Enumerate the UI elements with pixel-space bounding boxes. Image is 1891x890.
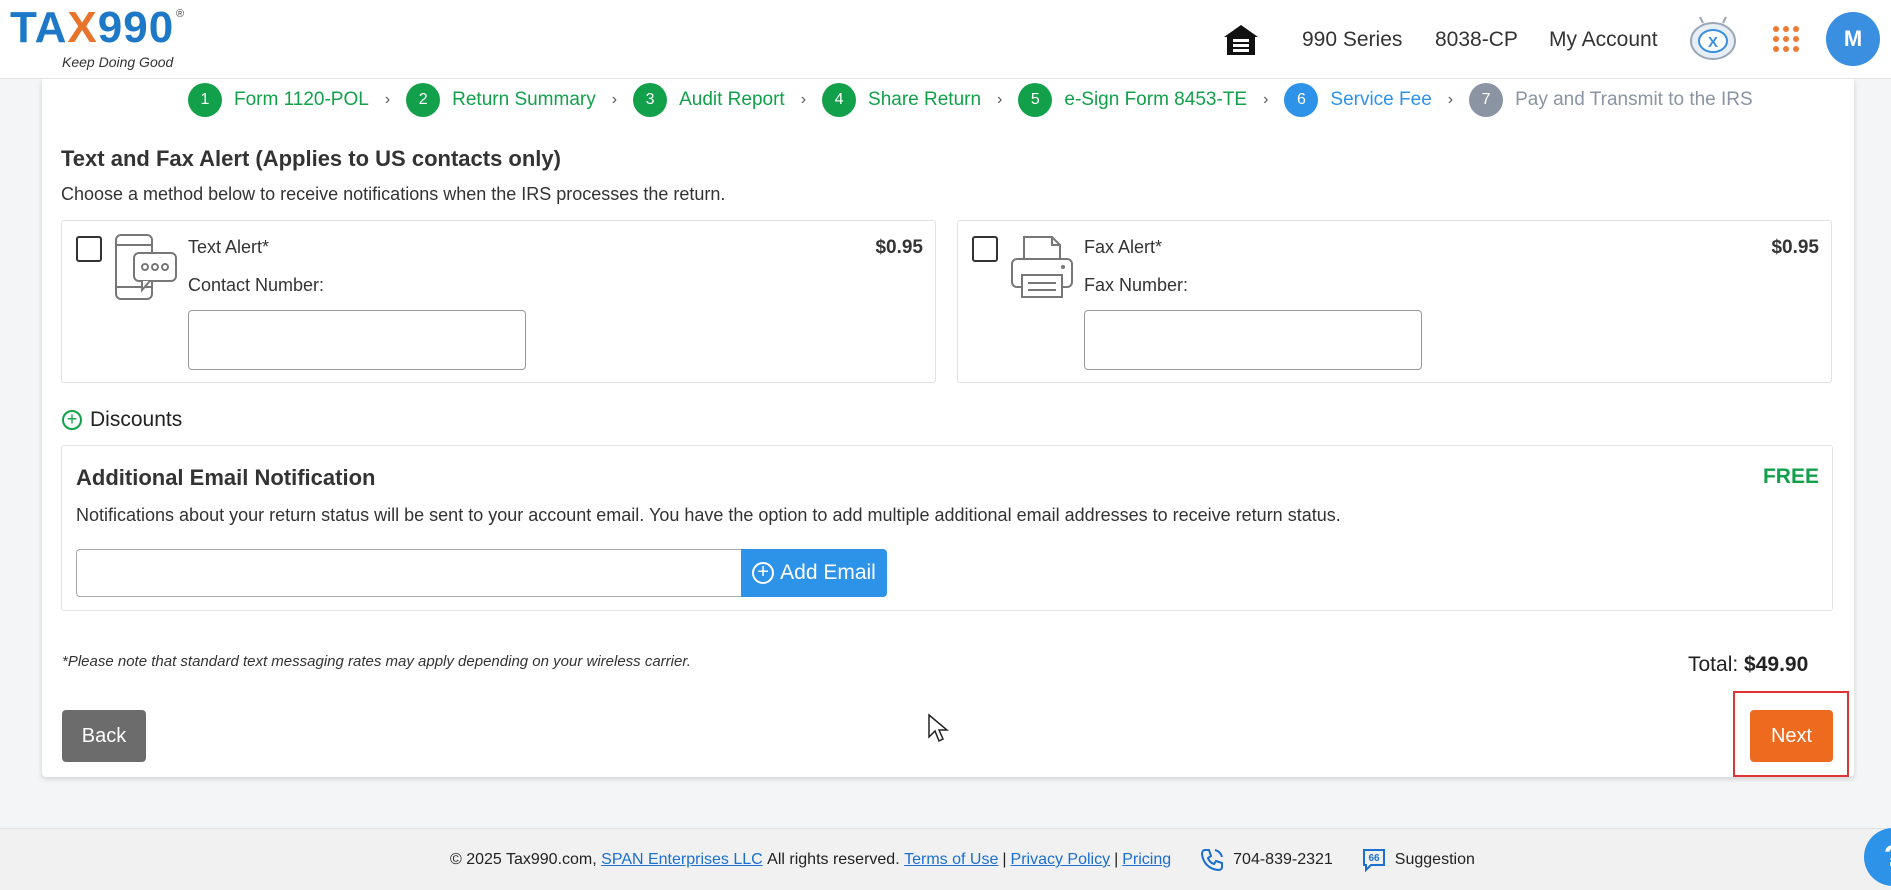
- footer-phone-number: 704-839-2321: [1233, 851, 1333, 868]
- footer-pricing-link[interactable]: Pricing: [1122, 851, 1171, 869]
- step-number: 6: [1284, 83, 1319, 117]
- text-alert-option: Text Alert* $0.95 Contact Number:: [61, 220, 936, 383]
- step-number: 7: [1469, 83, 1504, 117]
- back-button[interactable]: Back: [62, 710, 146, 762]
- nav-my-account[interactable]: My Account: [1549, 0, 1658, 79]
- step-number: 3: [633, 83, 668, 117]
- footer-separator: |: [1002, 851, 1007, 868]
- chevron-right-icon: ›: [997, 91, 1003, 108]
- printer-fax-icon: [1008, 233, 1074, 303]
- step-label: Service Fee: [1330, 89, 1432, 110]
- footer-privacy-link[interactable]: Privacy Policy: [1011, 851, 1111, 869]
- step-label: Share Return: [868, 89, 982, 110]
- discounts-label: Discounts: [90, 408, 183, 431]
- step-esign-form-8453-te[interactable]: 5 e-Sign Form 8453-TE: [1018, 83, 1247, 117]
- page-footer: © 2025 Tax990.com, SPAN Enterprises LLC …: [0, 828, 1891, 890]
- plus-circle-icon: +: [752, 562, 775, 584]
- svg-text:66: 66: [1368, 853, 1380, 864]
- step-label: Form 1120-POL: [234, 89, 369, 110]
- alerts-section-title: Text and Fax Alert (Applies to US contac…: [61, 146, 561, 171]
- step-number: 1: [188, 83, 222, 117]
- footer-company-link[interactable]: SPAN Enterprises LLC: [601, 851, 763, 869]
- fax-alert-checkbox[interactable]: [972, 236, 998, 262]
- footer-suggestion-label: Suggestion: [1394, 851, 1475, 868]
- messaging-rates-note: *Please note that standard text messagin…: [62, 653, 691, 670]
- mouse-cursor-icon: [927, 713, 950, 743]
- email-section-title: Additional Email Notification: [76, 465, 376, 490]
- step-number: 5: [1018, 83, 1053, 117]
- phone-icon: [1201, 849, 1224, 872]
- home-icon[interactable]: [1222, 0, 1260, 79]
- step-form-1120-pol[interactable]: 1 Form 1120-POL: [188, 83, 369, 117]
- chevron-right-icon: ›: [1263, 91, 1269, 108]
- step-pay-and-transmit: 7 Pay and Transmit to the IRS: [1469, 83, 1753, 117]
- step-return-summary[interactable]: 2 Return Summary: [406, 83, 596, 117]
- discounts-toggle[interactable]: + Discounts: [62, 408, 182, 432]
- chevron-right-icon: ›: [384, 91, 391, 108]
- total-amount: Total: $49.90: [1688, 653, 1808, 677]
- next-button[interactable]: Next: [1750, 710, 1833, 762]
- step-number: 4: [822, 83, 857, 117]
- nav-990-series[interactable]: 990 Series: [1302, 0, 1402, 79]
- text-alert-price: $0.95: [875, 237, 923, 258]
- logo-registered-mark: ®: [176, 8, 185, 20]
- fax-alert-option: Fax Alert* $0.95 Fax Number:: [957, 220, 1832, 383]
- footer-phone[interactable]: 704-839-2321: [1199, 847, 1333, 873]
- chevron-right-icon: ›: [800, 91, 807, 108]
- additional-email-input[interactable]: [76, 549, 741, 597]
- total-label: Total:: [1688, 653, 1739, 676]
- add-email-label: Add Email: [780, 561, 876, 584]
- step-audit-report[interactable]: 3 Audit Report: [633, 83, 785, 117]
- suggestion-chat-icon: 66: [1362, 849, 1385, 873]
- fax-number-input[interactable]: [1084, 310, 1422, 370]
- chevron-right-icon: ›: [611, 91, 618, 108]
- footer-separator: |: [1114, 851, 1119, 868]
- footer-copyright: © 2025 Tax990.com,: [450, 851, 597, 868]
- text-alert-checkbox[interactable]: [76, 236, 102, 262]
- additional-email-section: Additional Email Notification FREE Notif…: [61, 445, 1833, 611]
- email-section-description: Notifications about your return status w…: [76, 505, 1341, 525]
- logo-wordmark: TAX990: [10, 3, 175, 52]
- add-email-button[interactable]: + Add Email: [741, 549, 887, 597]
- tax990-logo[interactable]: TAX990 ® Keep Doing Good: [10, 6, 190, 72]
- logo-tagline: Keep Doing Good: [62, 54, 174, 70]
- fax-number-label: Fax Number:: [1084, 275, 1189, 295]
- fax-alert-name: Fax Alert*: [1084, 237, 1163, 257]
- text-alert-name: Text Alert*: [188, 237, 270, 257]
- step-number: 2: [406, 83, 441, 117]
- step-label: Audit Report: [679, 89, 785, 110]
- chevron-right-icon: ›: [1447, 91, 1454, 108]
- step-label: Return Summary: [452, 89, 596, 110]
- alerts-section-description: Choose a method below to receive notific…: [61, 184, 726, 204]
- plus-circle-icon: +: [62, 410, 82, 430]
- phone-message-icon: [112, 233, 178, 303]
- step-share-return[interactable]: 4 Share Return: [822, 83, 981, 117]
- footer-rights: All rights reserved.: [767, 851, 900, 868]
- footer-terms-link[interactable]: Terms of Use: [904, 851, 998, 869]
- progress-stepper: 1 Form 1120-POL › 2 Return Summary › 3 A…: [188, 83, 1753, 117]
- apps-grid-icon[interactable]: [1773, 26, 1799, 52]
- contact-number-label: Contact Number:: [188, 275, 325, 295]
- step-label: Pay and Transmit to the IRS: [1515, 89, 1753, 110]
- step-service-fee[interactable]: 6 Service Fee: [1284, 83, 1432, 117]
- fax-alert-price: $0.95: [1771, 237, 1819, 258]
- step-label: e-Sign Form 8453-TE: [1064, 89, 1248, 110]
- contact-number-input[interactable]: [188, 310, 526, 370]
- nav-8038-cp[interactable]: 8038-CP: [1435, 0, 1518, 79]
- svg-text:X: X: [1708, 34, 1718, 51]
- assistant-robot-icon[interactable]: X: [1688, 14, 1738, 64]
- user-avatar[interactable]: M: [1826, 12, 1880, 66]
- total-value: $49.90: [1744, 653, 1809, 676]
- footer-suggestion[interactable]: 66 Suggestion: [1361, 847, 1475, 873]
- top-header: TAX990 ® Keep Doing Good 990 Series 8038…: [0, 0, 1891, 79]
- email-price-badge: FREE: [1762, 465, 1819, 488]
